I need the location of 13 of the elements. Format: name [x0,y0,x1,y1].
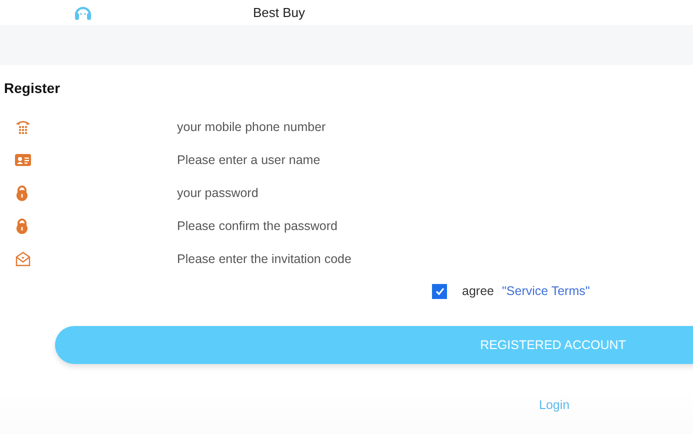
service-terms-link[interactable]: "Service Terms" [502,284,590,298]
lock-icon [15,184,29,200]
header-title: Best Buy [253,5,306,20]
checkbox[interactable] [432,284,447,298]
agree-label: agree [462,284,494,298]
register-button[interactable]: REGISTERED ACCOUNT [55,326,693,364]
lock-icon [15,218,29,234]
form-title: Register [3,79,62,98]
check-icon [434,285,446,297]
login-link[interactable]: Login [539,398,570,414]
phone-icon [15,118,31,134]
envelope-icon [15,250,31,266]
id-card-icon [15,154,31,166]
